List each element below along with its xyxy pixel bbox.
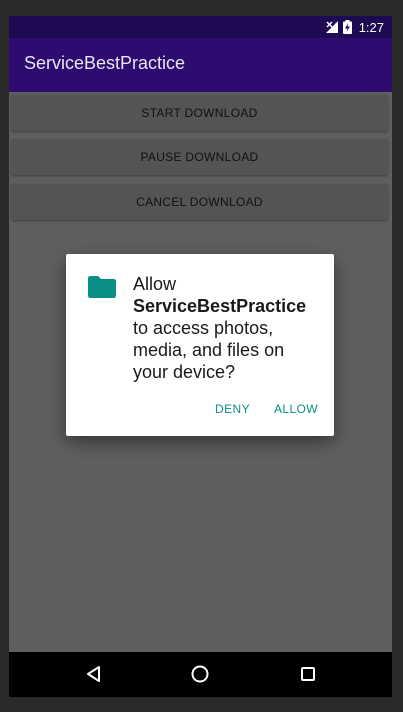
recents-icon[interactable] — [296, 662, 320, 686]
battery-charging-icon — [342, 20, 352, 34]
status-bar: 1:27 — [9, 16, 392, 38]
status-time: 1:27 — [358, 19, 384, 35]
home-icon[interactable] — [188, 662, 212, 686]
dialog-message-suffix: to access photos, media, and files on yo… — [133, 318, 285, 382]
signal-off-icon — [325, 21, 338, 33]
cancel-download-button[interactable]: CANCEL DOWNLOAD — [11, 184, 388, 220]
back-icon[interactable] — [82, 662, 106, 686]
status-icons: 1:27 — [325, 18, 384, 36]
allow-button[interactable]: ALLOW — [274, 402, 318, 416]
device-screen: 1:27 ServiceBestPractice START DOWNLOAD … — [9, 16, 392, 697]
dialog-message-prefix: Allow — [133, 274, 177, 294]
deny-button[interactable]: DENY — [215, 402, 250, 416]
dialog-app-name: ServiceBestPractice — [133, 296, 307, 316]
folder-icon — [88, 276, 116, 298]
dialog-message: Allow ServiceBestPractice to access phot… — [133, 273, 323, 383]
dialog-actions: DENY ALLOW — [215, 402, 318, 416]
app-title: ServiceBestPractice — [24, 53, 186, 73]
permission-dialog: Allow ServiceBestPractice to access phot… — [66, 254, 334, 436]
pause-download-button[interactable]: PAUSE DOWNLOAD — [11, 139, 388, 175]
app-bar: ServiceBestPractice — [9, 38, 392, 92]
start-download-button[interactable]: START DOWNLOAD — [11, 95, 388, 131]
navigation-bar — [9, 652, 392, 697]
